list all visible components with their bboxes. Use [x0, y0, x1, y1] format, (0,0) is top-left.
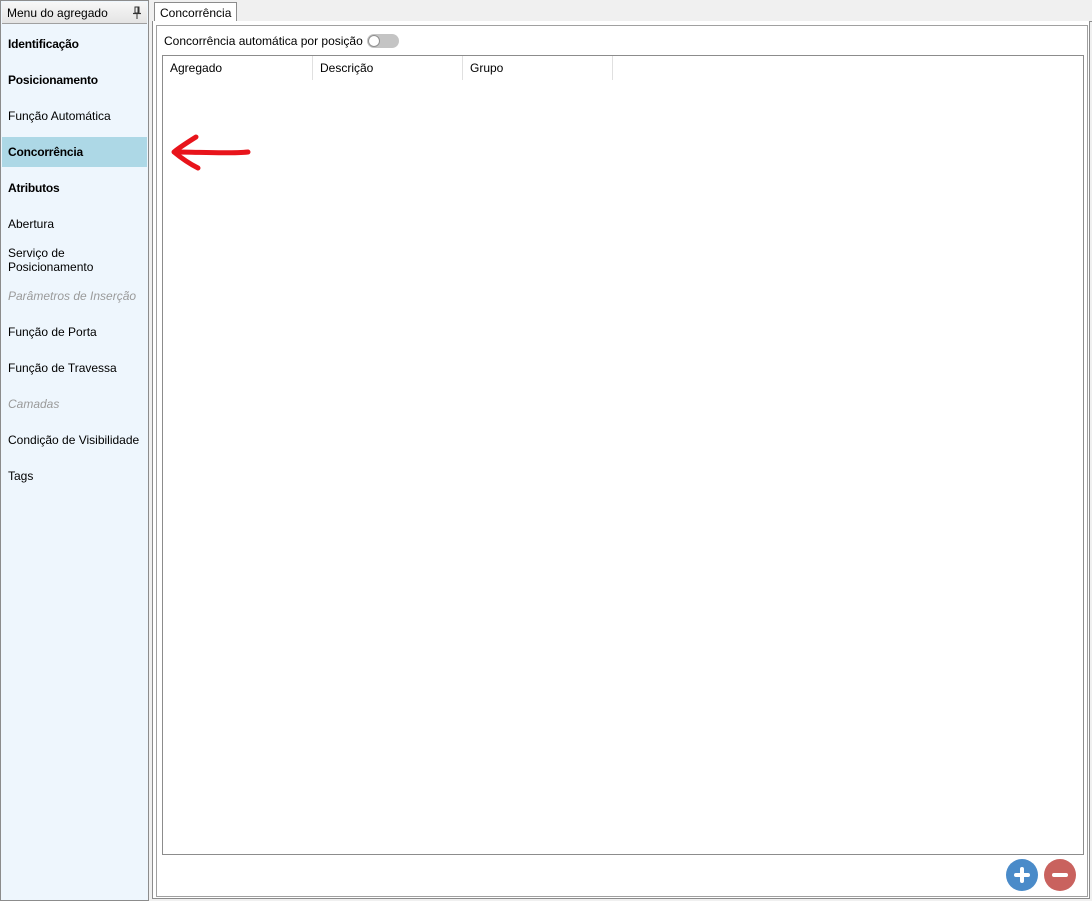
- column-header-label: Grupo: [470, 61, 504, 75]
- menu-item-label: Parâmetros de Inserção: [8, 289, 137, 303]
- menu-item-label: Função de Porta: [8, 325, 97, 339]
- menu-item-label: Função de Travessa: [8, 361, 117, 375]
- menu-item-label: Função Automática: [8, 109, 111, 123]
- aggregate-menu-panel: Menu do agregado Identificação Posiciona…: [0, 0, 149, 901]
- arrow-left-icon: [171, 134, 251, 171]
- menu-item-parametros-insercao: Parâmetros de Inserção: [2, 281, 147, 311]
- menu-item-tags[interactable]: Tags: [2, 461, 147, 491]
- menu-item-funcao-automatica[interactable]: Função Automática: [2, 101, 147, 131]
- grid-header: Agregado Descrição Grupo: [163, 56, 613, 80]
- concurrency-panel: Concorrência automática por posição Agre…: [156, 25, 1088, 897]
- toggle-knob: [367, 35, 380, 47]
- tab-concorrencia[interactable]: Concorrência: [154, 2, 238, 23]
- menu-item-label: Posicionamento: [8, 73, 98, 87]
- menu-item-label: Concorrência: [8, 145, 83, 159]
- tab-strip: Concorrência: [152, 0, 1092, 23]
- tab-label: Concorrência: [160, 6, 232, 20]
- menu-item-label: Condição de Visibilidade: [8, 433, 140, 447]
- menu-item-label: Identificação: [8, 37, 79, 51]
- main-area: Concorrência Concorrência automática por…: [152, 0, 1092, 901]
- menu-item-atributos[interactable]: Atributos: [2, 173, 147, 203]
- auto-concurrency-row: Concorrência automática por posição: [164, 33, 399, 49]
- add-button[interactable]: [1006, 859, 1038, 891]
- column-header-label: Descrição: [320, 61, 374, 75]
- menu-item-label: Serviço de Posicionamento: [8, 246, 94, 274]
- aggregate-menu-header: Menu do agregado: [2, 2, 147, 24]
- menu-item-label: Abertura: [8, 217, 55, 231]
- menu-item-identificacao[interactable]: Identificação: [2, 29, 147, 59]
- column-header-grupo[interactable]: Grupo: [463, 56, 613, 80]
- menu-item-concorrencia[interactable]: Concorrência: [2, 137, 147, 167]
- column-header-descricao[interactable]: Descrição: [313, 56, 463, 80]
- menu-item-camadas: Camadas: [2, 389, 147, 419]
- aggregate-menu-title: Menu do agregado: [7, 5, 108, 20]
- menu-item-abertura[interactable]: Abertura: [2, 209, 147, 239]
- menu-item-label: Atributos: [8, 181, 60, 195]
- menu-item-servico-posicionamento[interactable]: Serviço de Posicionamento: [2, 245, 147, 275]
- concurrency-grid[interactable]: Agregado Descrição Grupo: [162, 55, 1084, 855]
- remove-button[interactable]: [1044, 859, 1076, 891]
- menu-item-label: Tags: [8, 469, 34, 483]
- column-header-agregado[interactable]: Agregado: [163, 56, 313, 80]
- menu-item-condicao-visibilidade[interactable]: Condição de Visibilidade: [2, 425, 147, 455]
- tab-panel: Concorrência automática por posição Agre…: [152, 21, 1090, 899]
- auto-concurrency-toggle[interactable]: [366, 34, 399, 48]
- menu-item-funcao-travessa[interactable]: Função de Travessa: [2, 353, 147, 383]
- menu-item-funcao-porta[interactable]: Função de Porta: [2, 317, 147, 347]
- menu-item-label: Camadas: [8, 397, 60, 411]
- pin-icon[interactable]: [132, 6, 142, 20]
- auto-concurrency-label: Concorrência automática por posição: [164, 34, 363, 48]
- menu-item-posicionamento[interactable]: Posicionamento: [2, 65, 147, 95]
- column-header-label: Agregado: [170, 61, 223, 75]
